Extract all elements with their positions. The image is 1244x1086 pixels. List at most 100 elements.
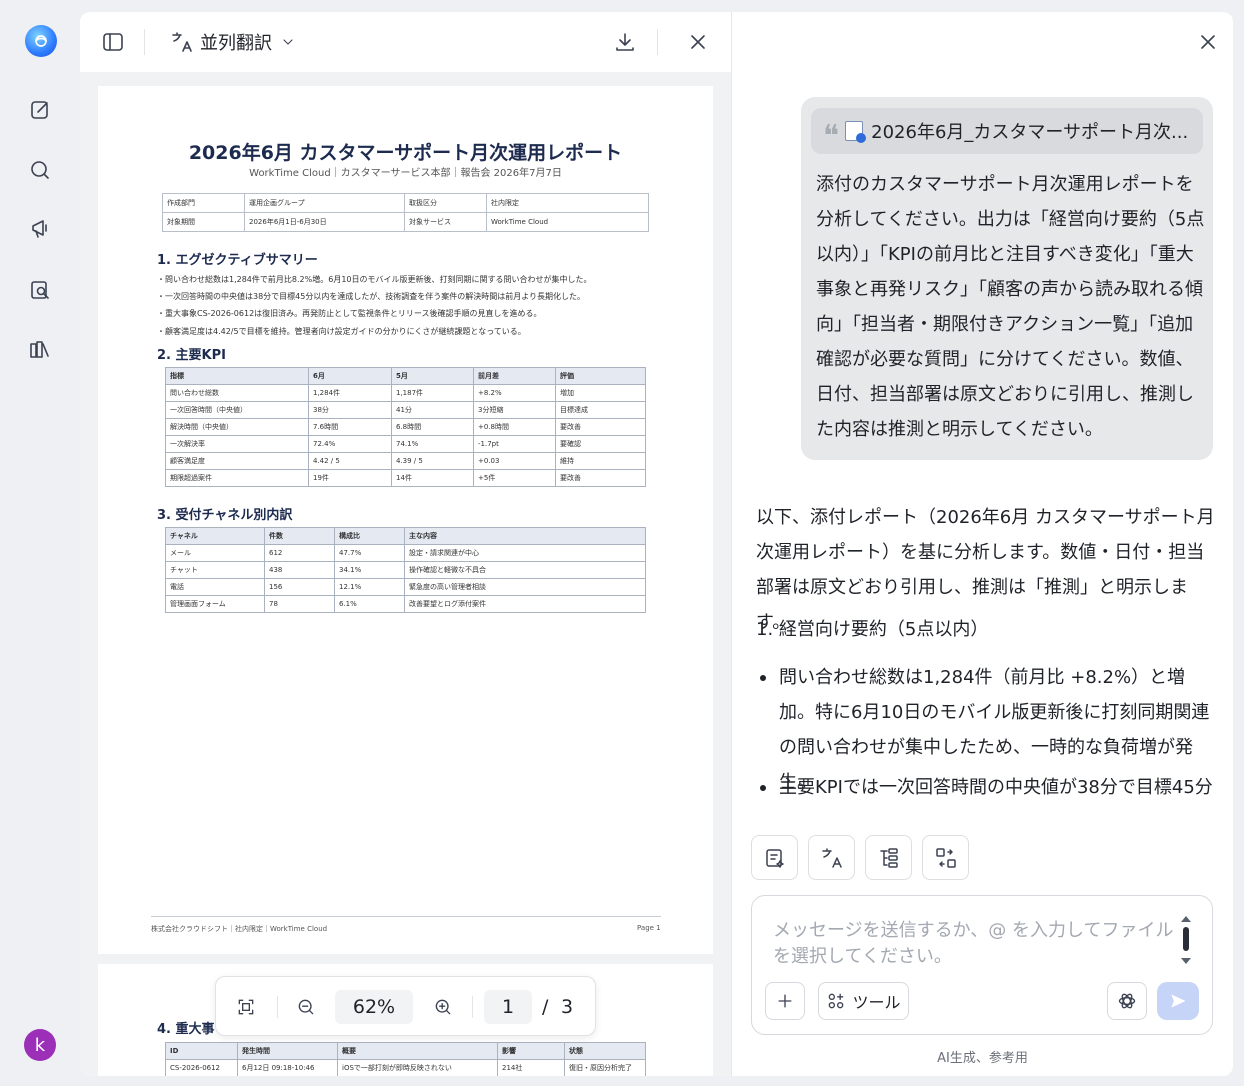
outline-action-button[interactable] [865,835,912,880]
pdf-channel-table: チャネル 件数 構成比 主な内容 メール 612 47.7% 設定・請求関連が中心 チ… [165,527,646,613]
pdf-subtitle: WorkTime Cloud｜カスタマーサービス本部｜報告会 2026年7月7日 [249,168,562,179]
scroll-thumb[interactable] [1183,927,1189,951]
model-select-button[interactable] [1107,982,1147,1020]
pdf-meta-table: 作成部門 運用企画グループ 取扱区分 社内限定 対象期間 2026年6月1日-6… [162,193,649,232]
new-chat-icon[interactable] [27,97,53,123]
document-pane: 並列翻訳 2026年6月 カスタマーサポート月次運用レポート WorkTime … [80,12,731,1076]
close-chat-button[interactable] [1196,30,1220,54]
table-row: チャット 438 34.1% 操作確認と軽微な不具合 [165,561,646,579]
send-button[interactable] [1157,982,1199,1020]
kpi-cell: 74.1% [391,435,474,453]
table-row: 管理画面フォーム 78 6.1% 改善要望とログ添付案件 [165,595,646,613]
zoom-divider [472,996,473,1018]
app-logo[interactable] [25,25,57,57]
zoom-in-button[interactable] [432,996,454,1018]
page-number-input[interactable]: 1 [484,990,532,1024]
kpi-cell: 72.4% [308,435,392,453]
add-attachment-button[interactable] [765,982,805,1020]
document-toolbar: 並列翻訳 [80,12,731,72]
meta-cell: WorkTime Cloud [486,212,649,232]
kpi-cell: 顧客満足度 [165,452,309,470]
assistant-heading: 1. 経営向け要約（5点以内） [756,619,989,640]
tools-label: ツール [852,993,901,1012]
kpi-cell: 一次解決率 [165,435,309,453]
left-rail: k [0,0,80,1086]
channel-cell: 78 [264,595,335,613]
summarize-action-button[interactable] [751,835,798,880]
channel-header: 件数 [264,527,335,545]
meta-cell: 社内限定 [486,193,649,213]
meta-cell: 取扱区分 [404,193,487,213]
incident-header: ID [165,1042,238,1060]
zoom-toolbar: 62% 1 / 3 [215,976,596,1036]
pdf-incident-table: ID 発生時間 概要 影響 状態 CS-2026-0612 6月12日 09:18… [165,1042,646,1076]
zoom-level[interactable]: 62% [335,990,413,1024]
incident-cell: CS-2026-0612 [165,1059,238,1076]
send-icon [1171,994,1186,1008]
kpi-cell: 4.42 / 5 [308,452,392,470]
outline-icon [879,847,898,868]
kpi-cell: 問い合わせ総数 [165,384,309,402]
tools-button[interactable]: ツール [818,982,909,1020]
scroll-down-icon [1181,958,1191,964]
kpi-cell: 6.8時間 [391,418,474,436]
pdf-section-heading: 3. 受付チャネル別内訳 [157,508,293,523]
kpi-cell: +5件 [473,469,556,487]
message-composer[interactable]: メッセージを送信するか、@ を入力してファイルを選択してください。 ツール [751,895,1213,1035]
pdf-section-heading: 4. 重大事 [157,1022,215,1037]
message-input[interactable]: メッセージを送信するか、@ を入力してファイルを選択してください。 [773,918,1178,970]
zoom-out-button[interactable] [295,996,317,1018]
pdf-bullet: ・顧客満足度は4.42/5で目標を維持。管理者向け設定ガイドの分かりにくさが継続… [157,327,526,336]
channel-header: 主な内容 [404,527,646,545]
kpi-cell: 1,284件 [308,384,392,402]
input-scrollbar[interactable] [1180,914,1192,966]
agent-icon[interactable] [27,216,53,242]
fit-page-button[interactable] [235,996,257,1018]
kpi-cell: 1,187件 [391,384,474,402]
pdf-viewer[interactable]: 2026年6月 カスタマーサポート月次運用レポート WorkTime Cloud… [80,72,731,1076]
kpi-header: 前月差 [473,367,556,385]
main-card: 並列翻訳 2026年6月 カスタマーサポート月次運用レポート WorkTime … [80,12,1233,1076]
sidebar-toggle-button[interactable] [101,30,125,54]
close-icon [691,35,705,49]
translate-action-button[interactable] [808,835,855,880]
pdf-title: 2026年6月 カスタマーサポート月次運用レポート [188,142,623,164]
avatar-letter: k [34,1034,46,1056]
close-icon [1201,35,1215,49]
incident-header: 影響 [497,1042,565,1060]
kpi-cell: 41分 [391,401,474,419]
download-button[interactable] [613,30,637,54]
close-document-button[interactable] [686,30,710,54]
pdf-section-heading: 1. エグゼクティブサマリー [157,253,318,268]
attachment-chip[interactable]: ❝ 2026年6月_カスタマーサポート月次... [811,108,1203,154]
avatar[interactable]: k [24,1029,56,1061]
incident-cell: iOSで一部打刻が即時反映されない [337,1059,498,1076]
kpi-cell: 一次回答時間（中央値） [165,401,309,419]
toolbar-divider [657,29,658,55]
zoom-in-icon [435,999,451,1015]
pdf-bullet: ・問い合わせ総数は1,284件で前月比8.2%増。6月10日のモバイル版更新後、… [157,275,592,284]
pdf-page-1: 2026年6月 カスタマーサポート月次運用レポート WorkTime Cloud… [98,86,713,954]
summary-icon [765,848,784,868]
table-row: メール 612 47.7% 設定・請求関連が中心 [165,544,646,562]
kpi-cell: -1.7pt [473,435,556,453]
pdf-footer-page: Page 1 [637,924,661,932]
user-message-bubble: ❝ 2026年6月_カスタマーサポート月次... 添付のカスタマーサポート月次運… [801,97,1213,460]
meta-cell: 2026年6月1日-6月30日 [244,212,405,232]
kpi-cell: 19件 [308,469,392,487]
table-row: 問い合わせ総数 1,284件 1,187件 +8.2% 増加 [165,384,646,402]
channel-cell: チャット [165,561,265,579]
compare-action-button[interactable] [922,835,969,880]
kpi-header: 6月 [308,367,392,385]
channel-cell: 34.1% [334,561,405,579]
translate-mode-dropdown[interactable]: 並列翻訳 [170,30,296,54]
kpi-cell: +8.2% [473,384,556,402]
search-icon[interactable] [27,157,53,183]
library-icon[interactable] [27,337,53,363]
doc-search-icon[interactable] [27,277,53,303]
table-row: 一次解決率 72.4% 74.1% -1.7pt 要確認 [165,435,646,453]
pdf-bullet: ・重大事象CS-2026-0612は復旧済み。再発防止として監視条件とリリース後… [157,309,542,318]
kpi-cell: 増加 [555,384,646,402]
channel-cell: 156 [264,578,335,596]
meta-cell: 運用企画グループ [244,193,405,213]
